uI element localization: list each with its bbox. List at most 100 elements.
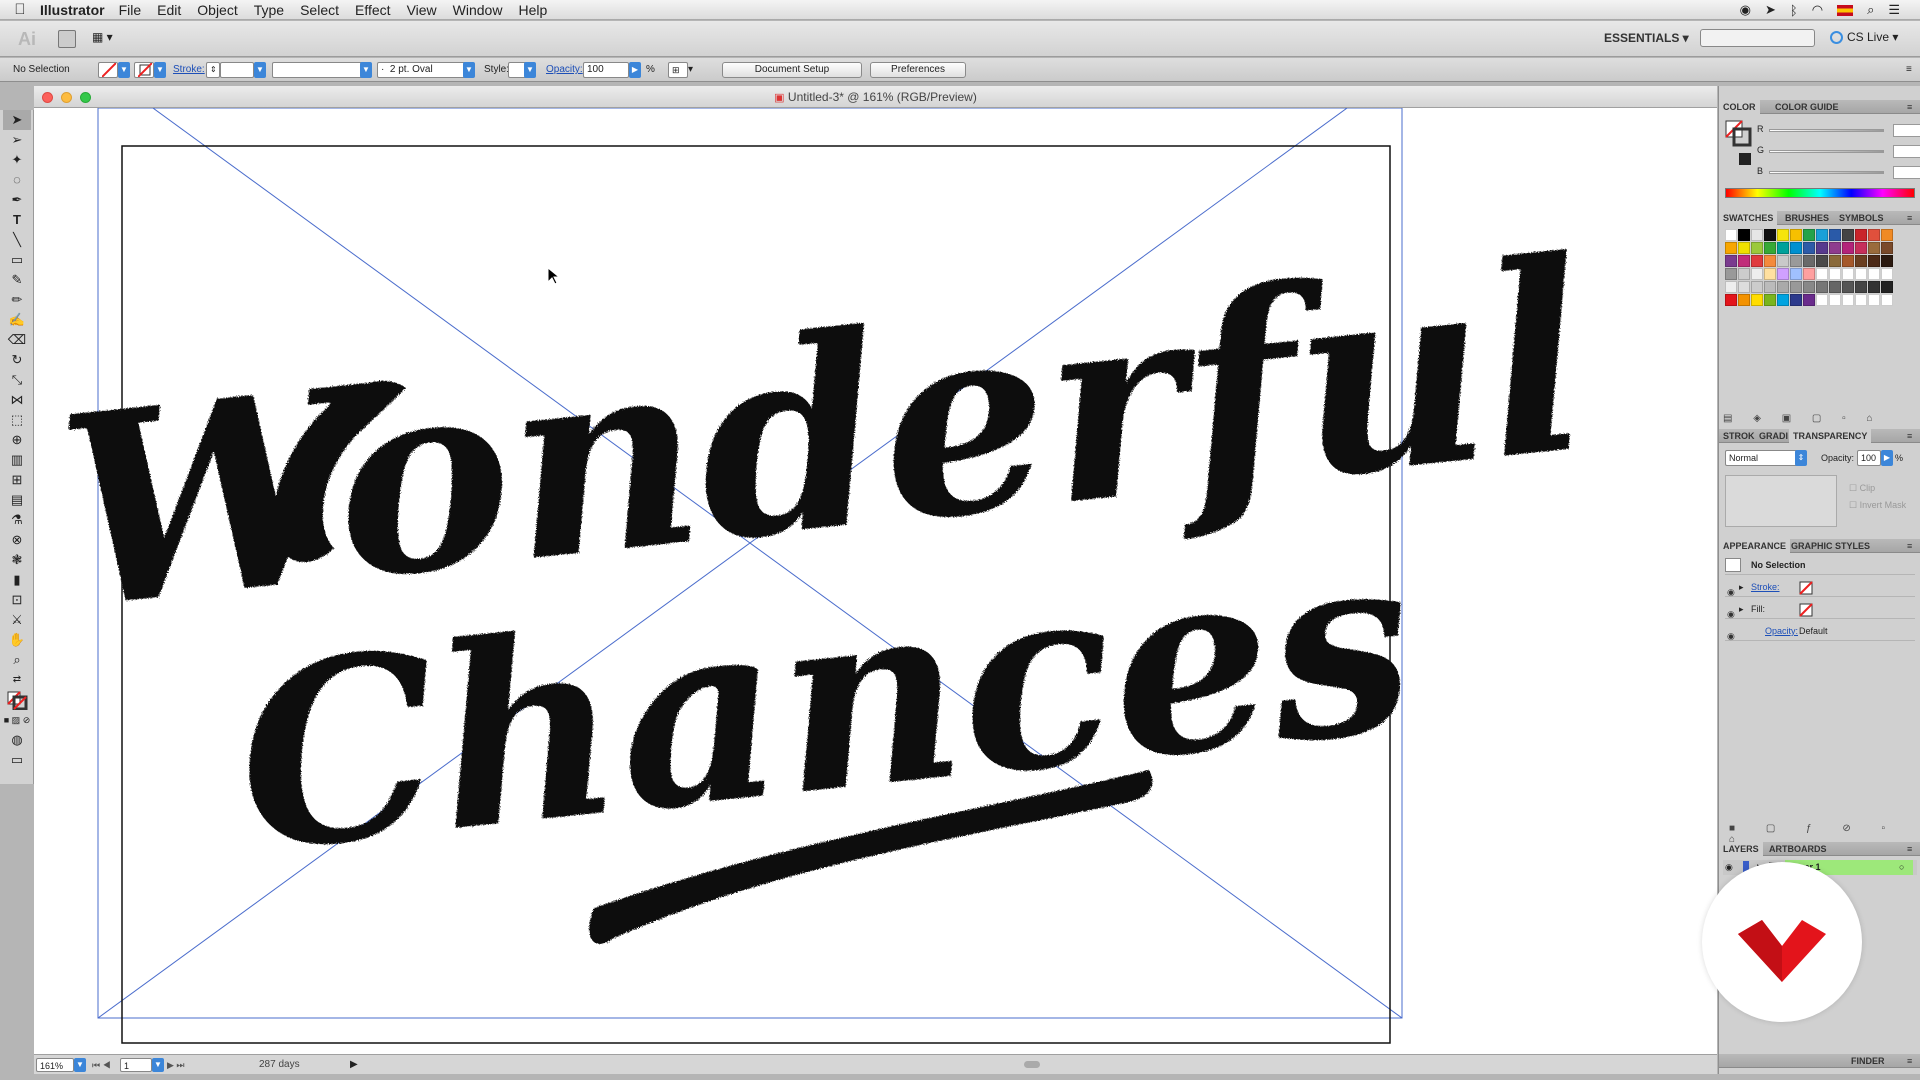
- color-swatch[interactable]: [1738, 255, 1750, 267]
- appearance-opacity-label[interactable]: Opacity:: [1765, 626, 1798, 636]
- color-swatch[interactable]: [1842, 255, 1854, 267]
- search-input[interactable]: [1700, 29, 1815, 47]
- zoom-level-field[interactable]: 161%: [36, 1058, 74, 1072]
- appearance-fill-row[interactable]: ◉ ▸ Fill:: [1725, 599, 1915, 619]
- color-swatch[interactable]: [1816, 229, 1828, 241]
- gradient-tool-icon[interactable]: ▤: [3, 490, 31, 510]
- color-swatch[interactable]: [1842, 229, 1854, 241]
- color-swatch[interactable]: [1751, 255, 1763, 267]
- color-swatch[interactable]: [1842, 281, 1854, 293]
- apple-icon[interactable]: : [0, 1, 40, 18]
- transparency-opacity-input[interactable]: 100: [1857, 450, 1881, 466]
- color-swatch[interactable]: [1790, 242, 1802, 254]
- bluetooth-icon[interactable]: ᛒ: [1790, 3, 1798, 18]
- tab-graphic-styles[interactable]: GRAPHIC STYLES: [1787, 539, 1874, 553]
- color-fill-stroke-icon[interactable]: [1725, 120, 1753, 150]
- color-swatch[interactable]: [1829, 229, 1841, 241]
- color-swatch[interactable]: [1790, 281, 1802, 293]
- tab-layers[interactable]: LAYERS: [1719, 842, 1763, 856]
- color-swatch[interactable]: [1881, 268, 1893, 280]
- rotate-tool-icon[interactable]: ↻: [3, 350, 31, 370]
- artboard-canvas[interactable]: Wonderful Chances: [34, 108, 1717, 1054]
- color-swatch[interactable]: [1816, 242, 1828, 254]
- screen-mode-icon[interactable]: ▭: [3, 750, 31, 770]
- opacity-arrow-icon[interactable]: ▶: [629, 62, 641, 78]
- color-swatch[interactable]: [1829, 294, 1841, 306]
- color-swatch[interactable]: [1855, 294, 1867, 306]
- green-value-field[interactable]: [1893, 145, 1920, 158]
- transparency-opacity-arrow-icon[interactable]: ▶: [1881, 450, 1893, 466]
- color-swatch[interactable]: [1842, 268, 1854, 280]
- lasso-tool-icon[interactable]: ◌: [3, 170, 31, 190]
- color-swatch[interactable]: [1751, 294, 1763, 306]
- color-swatch[interactable]: [1790, 229, 1802, 241]
- rectangle-tool-icon[interactable]: ▭: [3, 250, 31, 270]
- minimize-window-icon[interactable]: [61, 92, 72, 103]
- app-menu-illustrator[interactable]: Illustrator: [40, 2, 105, 18]
- menu-edit[interactable]: Edit: [157, 2, 181, 18]
- invert-mask-checkbox[interactable]: ☐ Invert Mask: [1849, 500, 1906, 511]
- type-tool-icon[interactable]: T: [3, 210, 31, 230]
- tab-pathfinder[interactable]: FINDER: [1847, 1054, 1889, 1068]
- mesh-tool-icon[interactable]: ⊞: [3, 470, 31, 490]
- input-flag-icon[interactable]: [1837, 4, 1854, 16]
- panel-menu-icon[interactable]: ≡: [1903, 100, 1916, 114]
- none-stroke-icon[interactable]: [1799, 581, 1813, 595]
- blob-brush-tool-icon[interactable]: ✍: [3, 310, 31, 330]
- color-swatch[interactable]: [1751, 281, 1763, 293]
- menu-select[interactable]: Select: [300, 2, 339, 18]
- control-bar-menu-icon[interactable]: ≡: [1906, 62, 1912, 78]
- swatch-grid[interactable]: [1725, 229, 1893, 306]
- color-swatch[interactable]: [1868, 255, 1880, 267]
- color-swatch[interactable]: [1816, 268, 1828, 280]
- color-swatch[interactable]: [1777, 242, 1789, 254]
- blend-mode-dropdown-icon[interactable]: ⇕: [1795, 450, 1807, 466]
- workspace-switcher[interactable]: ESSENTIALS ▾: [1604, 31, 1689, 45]
- color-swatch[interactable]: [1803, 242, 1815, 254]
- expand-triangle-icon[interactable]: ▸: [1739, 577, 1744, 597]
- stroke-weight-input[interactable]: [220, 62, 254, 78]
- panel-menu-icon[interactable]: ≡: [1903, 539, 1916, 553]
- stroke-weight-dropdown-icon[interactable]: ▼: [254, 62, 266, 78]
- color-swatch[interactable]: [1868, 229, 1880, 241]
- blend-mode-select[interactable]: Normal: [1725, 450, 1803, 466]
- color-swatch[interactable]: [1816, 294, 1828, 306]
- color-swatch[interactable]: [1829, 268, 1841, 280]
- artboard-number-field[interactable]: 1: [120, 1058, 152, 1072]
- zoom-tool-icon[interactable]: ⌕: [3, 650, 31, 670]
- color-swatch[interactable]: [1803, 268, 1815, 280]
- location-icon[interactable]: ➤: [1765, 2, 1776, 18]
- visibility-eye-icon[interactable]: ◉: [1727, 626, 1735, 646]
- clip-checkbox[interactable]: ☐ Clip: [1849, 483, 1875, 494]
- color-swatch[interactable]: [1816, 255, 1828, 267]
- panel-menu-icon[interactable]: ≡: [1903, 429, 1916, 443]
- tab-gradient[interactable]: GRADI: [1755, 429, 1792, 443]
- layer-target-icon[interactable]: ○: [1899, 862, 1904, 872]
- zoom-window-icon[interactable]: [80, 92, 91, 103]
- tab-stroke[interactable]: STROK: [1719, 429, 1759, 443]
- blue-slider[interactable]: B: [1757, 166, 1920, 179]
- recolor-dropdown-icon[interactable]: ▾: [688, 62, 693, 78]
- color-swatch[interactable]: [1855, 268, 1867, 280]
- column-graph-tool-icon[interactable]: ▮: [3, 570, 31, 590]
- appearance-opacity-row[interactable]: ◉ Opacity: Default: [1725, 621, 1915, 641]
- color-swatch[interactable]: [1881, 242, 1893, 254]
- color-swatch[interactable]: [1738, 281, 1750, 293]
- cs-live-button[interactable]: CS Live ▾: [1830, 30, 1898, 44]
- fill-dropdown-icon[interactable]: ▼: [118, 62, 130, 78]
- wifi-icon[interactable]: ◠: [1812, 2, 1823, 18]
- color-swatch[interactable]: [1738, 229, 1750, 241]
- style-dropdown-icon[interactable]: ▼: [524, 62, 536, 78]
- brush-dropdown-icon[interactable]: ▼: [463, 62, 475, 78]
- variable-width-dropdown-icon[interactable]: ▼: [360, 62, 372, 78]
- paintbrush-tool-icon[interactable]: ✎: [3, 270, 31, 290]
- color-swatch[interactable]: [1725, 268, 1737, 280]
- color-swatch[interactable]: [1725, 242, 1737, 254]
- stroke-swatch[interactable]: [134, 62, 154, 78]
- color-swatch[interactable]: [1868, 242, 1880, 254]
- color-swatch[interactable]: [1855, 229, 1867, 241]
- menu-effect[interactable]: Effect: [355, 2, 391, 18]
- tab-appearance[interactable]: APPEARANCE: [1719, 539, 1791, 553]
- preferences-button[interactable]: Preferences: [870, 62, 966, 78]
- pencil-tool-icon[interactable]: ✏: [3, 290, 31, 310]
